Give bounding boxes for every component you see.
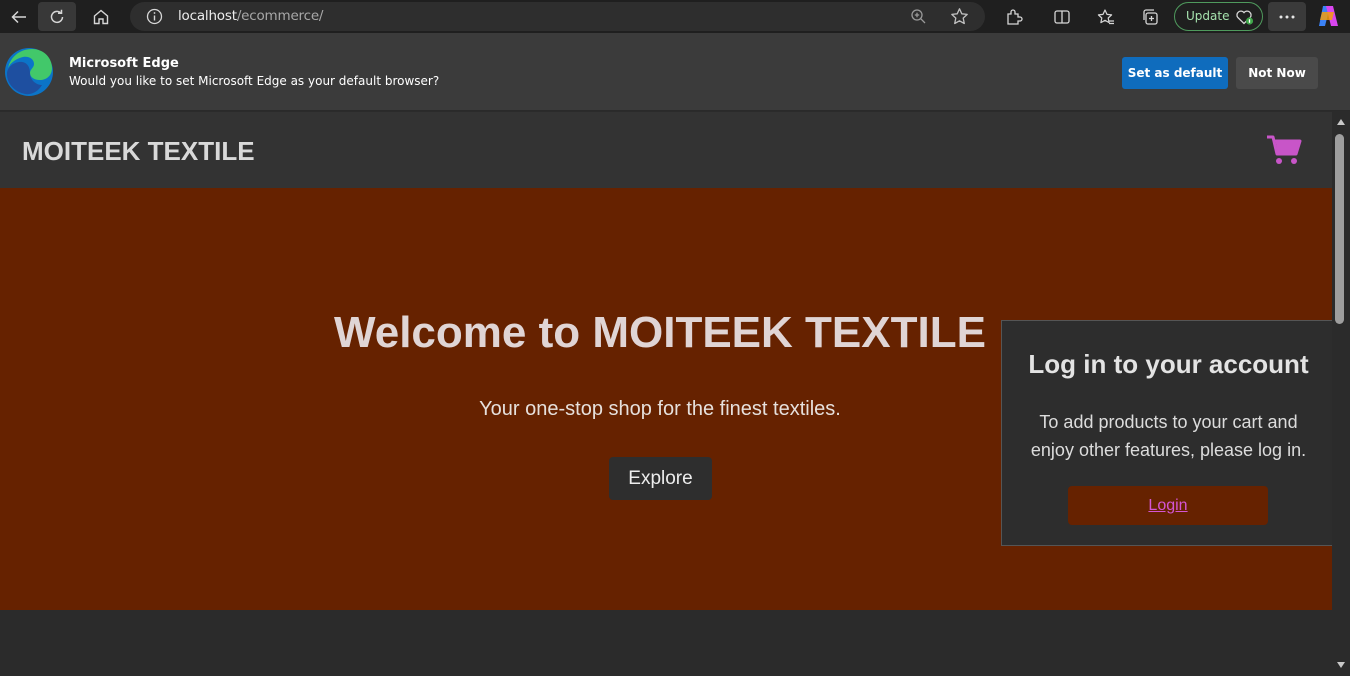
collections-icon[interactable] <box>1131 2 1169 31</box>
browser-toolbar: localhost/ecommerce/ Update <box>0 0 1350 33</box>
scroll-down-arrow-icon[interactable] <box>1337 662 1345 668</box>
login-card: Log in to your account To add products t… <box>1001 320 1332 546</box>
hero-title: Welcome to MOITEEK TEXTILE <box>334 308 986 357</box>
site-brand[interactable]: MOITEEK TEXTILE <box>22 136 255 167</box>
zoom-icon[interactable] <box>910 8 927 25</box>
update-button[interactable]: Update <box>1174 2 1263 31</box>
set-as-default-button[interactable]: Set as default <box>1122 57 1228 89</box>
not-now-button[interactable]: Not Now <box>1236 57 1318 89</box>
banner-title: Microsoft Edge <box>69 56 179 71</box>
refresh-icon[interactable] <box>38 2 76 31</box>
edge-logo-icon <box>5 48 53 96</box>
default-browser-banner: Microsoft Edge Would you like to set Mic… <box>0 33 1350 111</box>
vertical-scrollbar[interactable] <box>1332 112 1350 676</box>
copilot-icon[interactable] <box>1316 4 1340 28</box>
page-viewport: MOITEEK TEXTILE Welcome to MOITEEK TEXTI… <box>0 112 1332 676</box>
extensions-icon[interactable] <box>995 2 1033 31</box>
update-label: Update <box>1186 9 1230 23</box>
url-path: /ecommerce/ <box>236 8 324 24</box>
login-card-message: To add products to your cart and enjoy o… <box>1030 412 1307 460</box>
favorite-star-icon[interactable] <box>950 7 969 26</box>
explore-button[interactable]: Explore <box>609 457 712 500</box>
login-button[interactable]: Login <box>1068 486 1268 525</box>
address-bar[interactable]: localhost/ecommerce/ <box>130 2 985 31</box>
scroll-thumb[interactable] <box>1335 134 1344 324</box>
scroll-up-arrow-icon[interactable] <box>1337 119 1345 125</box>
split-screen-icon[interactable] <box>1043 2 1081 31</box>
cart-icon[interactable] <box>1266 134 1302 166</box>
url-host: localhost <box>178 8 237 24</box>
favorites-icon[interactable] <box>1087 2 1125 31</box>
hero-section: Welcome to MOITEEK TEXTILE Your one-stop… <box>0 188 1332 610</box>
browser-essentials-icon <box>1236 10 1254 25</box>
more-icon[interactable] <box>1268 2 1306 31</box>
info-icon[interactable] <box>146 8 163 25</box>
banner-message: Would you like to set Microsoft Edge as … <box>69 74 440 88</box>
url-text[interactable]: localhost/ecommerce/ <box>178 8 323 24</box>
home-icon[interactable] <box>82 2 120 31</box>
site-header: MOITEEK TEXTILE <box>0 112 1332 188</box>
login-card-title: Log in to your account <box>1028 349 1309 379</box>
back-icon[interactable] <box>0 2 38 31</box>
